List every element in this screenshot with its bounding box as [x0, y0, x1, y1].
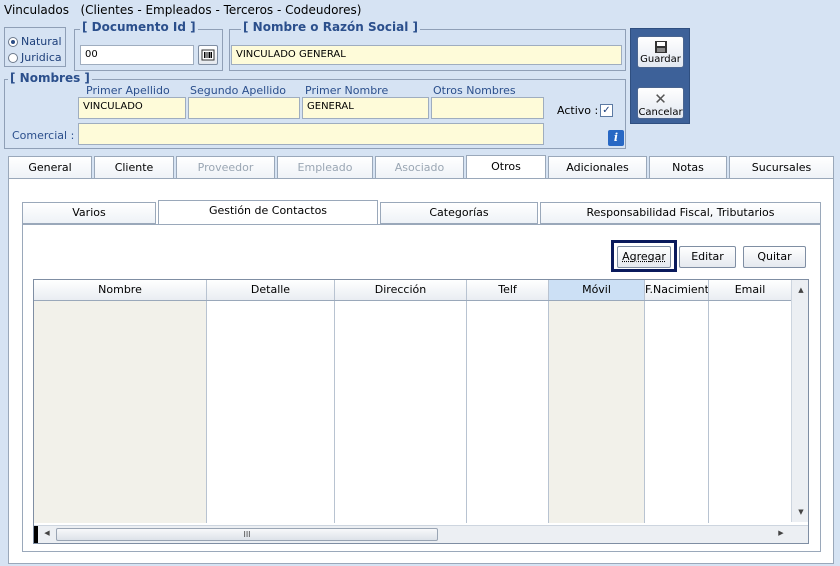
nombres-legend: [ Nombres ] — [8, 71, 92, 85]
radio-juridica[interactable]: Juridica — [8, 51, 62, 64]
comercial-label: Comercial : — [12, 129, 75, 142]
radio-juridica-dot[interactable] — [8, 52, 18, 63]
guardar-button[interactable]: Guardar — [637, 36, 684, 68]
tab-empleado[interactable]: Empleado — [277, 156, 373, 179]
scroll-up-icon[interactable]: ▲ — [792, 286, 810, 294]
segundo-apellido-label: Segundo Apellido — [190, 84, 287, 97]
scroll-down-icon[interactable]: ▼ — [792, 508, 810, 516]
info-icon[interactable]: i — [608, 130, 624, 146]
radio-natural-label: Natural — [21, 35, 62, 48]
tab-otros[interactable]: Otros — [466, 155, 546, 179]
col-email[interactable]: Email — [709, 280, 791, 300]
col-telf[interactable]: Telf — [467, 280, 549, 300]
grid-col-area — [549, 301, 645, 523]
grid-col-area — [467, 301, 549, 523]
tab-sucursales[interactable]: Sucursales — [729, 156, 834, 179]
vertical-scrollbar[interactable]: ▲ ▼ — [791, 280, 808, 522]
otros-nombres-label: Otros Nombres — [433, 84, 516, 97]
activo-label: Activo : — [557, 104, 599, 117]
segundo-apellido-input[interactable] — [188, 97, 300, 119]
razon-social-input[interactable]: VINCULADO GENERAL — [231, 45, 622, 65]
grid-col-area — [645, 301, 709, 523]
radio-juridica-label: Juridica — [21, 51, 62, 64]
tab-cliente[interactable]: Cliente — [94, 156, 174, 179]
tab-adicionales[interactable]: Adicionales — [548, 156, 647, 179]
primer-apellido-input[interactable]: VINCULADO — [78, 97, 186, 119]
window-title-main: Vinculados — [4, 3, 69, 17]
col-detalle[interactable]: Detalle — [207, 280, 335, 300]
tab-general[interactable]: General — [8, 156, 92, 179]
grid-header: Nombre Detalle Dirección Telf Móvil F.Na… — [34, 280, 791, 301]
window-subtitle: (Clientes - Empleados - Terceros - Codeu… — [80, 3, 362, 17]
scroll-right-icon[interactable]: ▶ — [776, 529, 786, 537]
agregar-label: Agregar — [622, 250, 666, 263]
quitar-button[interactable]: Quitar — [743, 246, 806, 268]
otros-nombres-input[interactable] — [431, 97, 544, 119]
cancelar-button[interactable]: ✕ Cancelar — [637, 87, 684, 119]
grid-row-indicator — [34, 526, 38, 543]
primer-nombre-label: Primer Nombre — [305, 84, 389, 97]
grid-col-area — [709, 301, 791, 523]
tab-asociado[interactable]: Asociado — [375, 156, 464, 179]
grid-col-area — [207, 301, 335, 523]
primer-nombre-input[interactable]: GENERAL — [302, 97, 429, 119]
subtab-gestion-contactos[interactable]: Gestión de Contactos — [158, 200, 378, 225]
window-title: Vinculados (Clientes - Empleados - Terce… — [0, 0, 840, 20]
col-fnacimiento[interactable]: F.Nacimiento — [645, 280, 709, 300]
grid-col-area — [335, 301, 467, 523]
floppy-disk-icon — [654, 41, 667, 53]
radio-natural-dot[interactable] — [8, 36, 18, 47]
subtab-responsabilidad-fiscal[interactable]: Responsabilidad Fiscal, Tributarios — [540, 202, 821, 224]
grid-col-area — [34, 301, 207, 523]
guardar-label: Guardar — [640, 54, 681, 65]
horizontal-scrollbar[interactable]: ◀ III ▶ — [34, 525, 808, 543]
activo-checkbox[interactable]: ✓ — [600, 104, 613, 117]
scroll-thumb-grip: III — [243, 530, 251, 539]
cancelar-label: Cancelar — [638, 107, 683, 118]
scroll-left-icon[interactable]: ◀ — [42, 529, 52, 537]
subtab-varios[interactable]: Varios — [22, 202, 156, 224]
x-icon: ✕ — [654, 90, 667, 108]
razon-social-legend: [ Nombre o Razón Social ] — [241, 20, 420, 34]
documento-input[interactable]: 00 — [80, 45, 194, 65]
col-movil[interactable]: Móvil — [549, 280, 645, 300]
col-direccion[interactable]: Dirección — [335, 280, 467, 300]
agregar-button[interactable]: Agregar — [617, 246, 671, 268]
subtab-categorias[interactable]: Categorías — [380, 202, 538, 224]
comercial-input[interactable] — [78, 123, 544, 145]
barcode-button[interactable] — [198, 45, 218, 65]
radio-natural[interactable]: Natural — [8, 35, 62, 48]
contacts-grid[interactable]: Nombre Detalle Dirección Telf Móvil F.Na… — [33, 279, 809, 544]
grid-body — [34, 301, 791, 523]
documento-legend: [ Documento Id ] — [80, 20, 198, 34]
scroll-thumb[interactable]: III — [56, 528, 438, 541]
barcode-icon — [201, 49, 215, 61]
primer-apellido-label: Primer Apellido — [86, 84, 170, 97]
tab-notas[interactable]: Notas — [649, 156, 727, 179]
editar-button[interactable]: Editar — [679, 246, 736, 268]
tab-proveedor[interactable]: Proveedor — [176, 156, 275, 179]
col-nombre[interactable]: Nombre — [34, 280, 207, 300]
